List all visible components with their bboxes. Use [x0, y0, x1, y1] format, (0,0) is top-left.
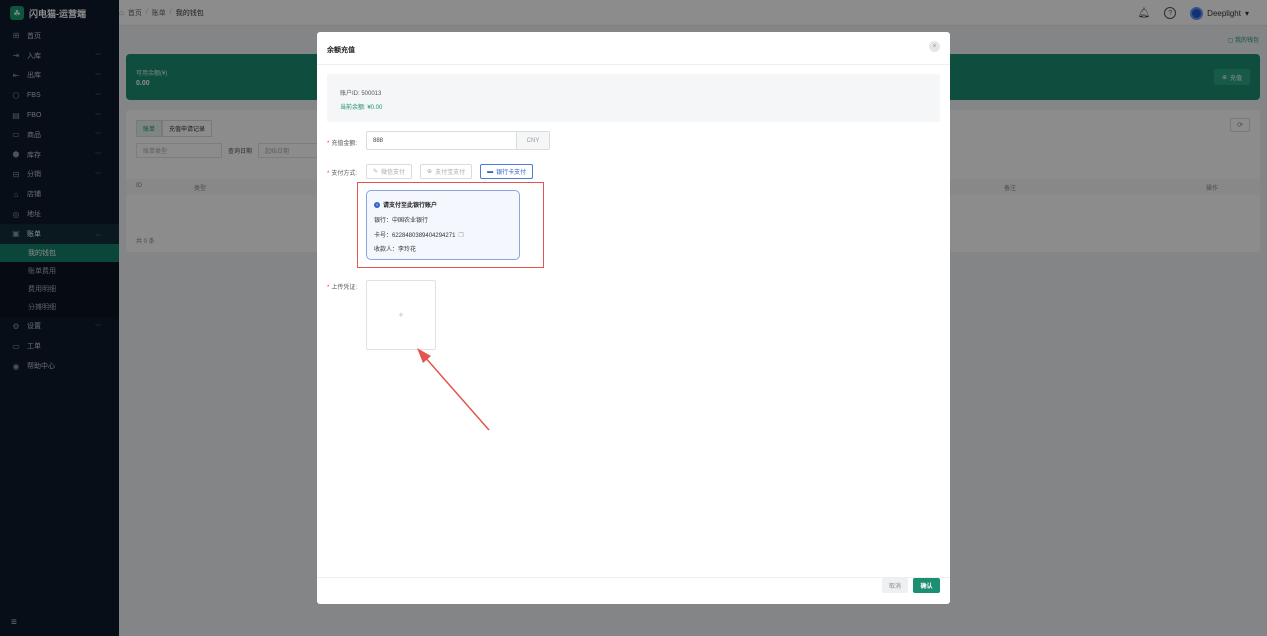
- wechat-icon: ✎: [373, 169, 379, 175]
- pay-option-wechat[interactable]: ✎ 微信支付: [366, 164, 413, 179]
- pay-method-label: * 支付方式:: [327, 171, 358, 177]
- cancel-button[interactable]: 取消: [882, 578, 908, 593]
- pay-option-bank[interactable]: ▬ 银行卡支付: [480, 164, 534, 179]
- plus-icon: +: [398, 310, 404, 320]
- account-info: 账户ID: 500013 当前余额: ¥0.00: [327, 74, 940, 122]
- amount-value[interactable]: 888: [367, 138, 516, 144]
- modal-title: 余额充值: [327, 47, 355, 54]
- upload-label: * 上传凭证:: [327, 285, 358, 291]
- upload-voucher-box[interactable]: +: [366, 280, 436, 350]
- close-icon[interactable]: ×: [929, 41, 940, 52]
- current-balance: 当前余额: ¥0.00: [340, 105, 383, 111]
- account-id: 账户ID: 500013: [340, 91, 382, 97]
- alipay-icon: ⊕: [427, 169, 433, 175]
- currency-unit: CNY: [516, 132, 549, 149]
- recharge-modal: 余额充值 × 账户ID: 500013 当前余额: ¥0.00 * 充值金额: 8…: [317, 32, 950, 604]
- bank-card-icon: ▬: [487, 168, 494, 175]
- amount-input[interactable]: 888 CNY: [366, 131, 550, 150]
- pay-option-alipay[interactable]: ⊕ 支付宝支付: [420, 164, 473, 179]
- confirm-button[interactable]: 确认: [913, 578, 940, 593]
- annotation-highlight-box: [357, 182, 544, 268]
- amount-label: * 充值金额:: [327, 141, 358, 147]
